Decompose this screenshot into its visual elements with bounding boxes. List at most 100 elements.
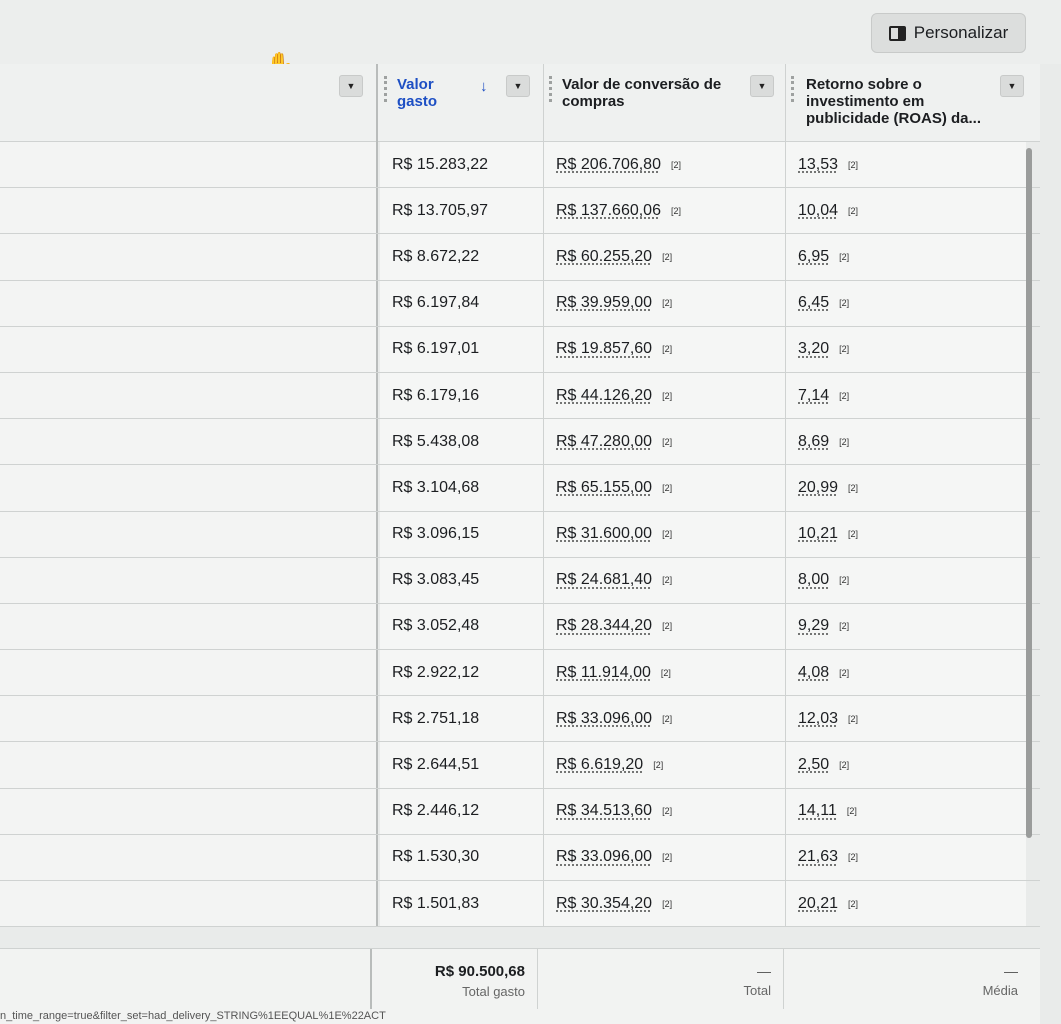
roas-footnote[interactable]: [2] [848,852,858,862]
header-conversion[interactable]: Valor de conversão de compras ▼ [544,64,786,142]
row-name-cell[interactable] [0,142,378,188]
roas-value-link[interactable]: 10,21 [798,525,838,543]
drag-handle-icon[interactable] [384,76,387,102]
conversion-value-link[interactable]: R$ 33.096,00 [556,710,652,728]
row-name-cell[interactable] [0,696,378,742]
roas-value-link[interactable]: 7,14 [798,387,829,405]
table-row[interactable]: R$ 2.446,12 R$ 34.513,60 [2] 14,11 [2] [0,788,1040,835]
conversion-value-link[interactable]: R$ 206.706,80 [556,156,661,174]
roas-footnote[interactable]: [2] [839,298,849,308]
drag-handle-icon[interactable] [791,76,794,102]
row-name-cell[interactable] [0,465,378,511]
roas-footnote[interactable]: [2] [848,714,858,724]
row-name-cell[interactable] [0,788,378,834]
roas-value-link[interactable]: 10,04 [798,202,838,220]
roas-column-dropdown-button[interactable]: ▼ [1000,75,1024,97]
roas-value-link[interactable]: 6,95 [798,248,829,266]
conversion-footnote[interactable]: [2] [662,529,672,539]
conversion-value-link[interactable]: R$ 30.354,20 [556,895,652,913]
conversion-value-link[interactable]: R$ 44.126,20 [556,387,652,405]
row-name-cell[interactable] [0,188,378,234]
roas-footnote[interactable]: [2] [839,391,849,401]
roas-footnote[interactable]: [2] [847,806,857,816]
conversion-footnote[interactable]: [2] [662,252,672,262]
row-name-cell[interactable] [0,280,378,326]
roas-value-link[interactable]: 9,29 [798,617,829,635]
table-row[interactable]: R$ 2.751,18 R$ 33.096,00 [2] 12,03 [2] [0,696,1040,743]
table-row[interactable]: R$ 3.052,48 R$ 28.344,20 [2] 9,29 [2] [0,603,1040,651]
table-row[interactable]: R$ 1.530,30 R$ 33.096,00 [2] 21,63 [2] [0,834,1040,881]
row-name-cell[interactable] [0,511,378,557]
row-name-cell[interactable] [0,234,378,280]
table-row[interactable]: R$ 3.104,68 R$ 65.155,00 [2] 20,99 [2] [0,465,1040,512]
conversion-value-link[interactable]: R$ 19.857,60 [556,340,652,358]
conversion-footnote[interactable]: [2] [662,621,672,631]
row-name-cell[interactable] [0,742,378,788]
roas-footnote[interactable]: [2] [839,621,849,631]
table-row[interactable]: R$ 6.197,84 R$ 39.959,00 [2] 6,45 [2] [0,280,1040,327]
row-name-cell[interactable] [0,419,378,465]
roas-footnote[interactable]: [2] [848,206,858,216]
conversion-footnote[interactable]: [2] [662,298,672,308]
conversion-value-link[interactable]: R$ 11.914,00 [556,664,651,682]
roas-footnote[interactable]: [2] [839,252,849,262]
conversion-value-link[interactable]: R$ 39.959,00 [556,294,652,312]
roas-value-link[interactable]: 13,53 [798,156,838,174]
conversion-footnote[interactable]: [2] [662,899,672,909]
table-row[interactable]: R$ 1.501,83 R$ 30.354,20 [2] 20,21 [2] [0,881,1040,928]
roas-footnote[interactable]: [2] [839,760,849,770]
conversion-value-link[interactable]: R$ 31.600,00 [556,525,652,543]
roas-footnote[interactable]: [2] [839,437,849,447]
sort-descending-icon[interactable]: ↓ [480,78,488,95]
row-name-cell[interactable] [0,881,378,927]
personalize-button[interactable]: Personalizar [871,13,1026,53]
roas-value-link[interactable]: 20,21 [798,895,838,913]
row-name-cell[interactable] [0,603,378,650]
table-row[interactable]: R$ 6.179,16 R$ 44.126,20 [2] 7,14 [2] [0,372,1040,420]
conversion-footnote[interactable]: [2] [662,483,672,493]
table-row[interactable]: R$ 2.922,12 R$ 11.914,00 [2] 4,08 [2] [0,650,1040,697]
roas-value-link[interactable]: 20,99 [798,479,838,497]
roas-footnote[interactable]: [2] [839,344,849,354]
conversion-value-link[interactable]: R$ 34.513,60 [556,802,652,820]
roas-value-link[interactable]: 21,63 [798,848,838,866]
conversion-value-link[interactable]: R$ 137.660,06 [556,202,661,220]
roas-value-link[interactable]: 4,08 [798,664,829,682]
vertical-scrollbar[interactable] [1026,148,1032,838]
row-name-cell[interactable] [0,326,378,372]
row-name-cell[interactable] [0,372,378,419]
conversion-value-link[interactable]: R$ 6.619,20 [556,756,643,774]
conversion-value-link[interactable]: R$ 24.681,40 [556,571,652,589]
conversion-footnote[interactable]: [2] [662,344,672,354]
conversion-value-link[interactable]: R$ 47.280,00 [556,433,652,451]
spend-column-dropdown-button[interactable]: ▼ [506,75,530,97]
conversion-value-link[interactable]: R$ 28.344,20 [556,617,652,635]
name-column-dropdown-button[interactable]: ▼ [339,75,363,97]
table-row[interactable]: R$ 5.438,08 R$ 47.280,00 [2] 8,69 [2] [0,419,1040,466]
roas-value-link[interactable]: 3,20 [798,340,829,358]
table-row[interactable]: R$ 3.096,15 R$ 31.600,00 [2] 10,21 [2] [0,511,1040,558]
conversion-footnote[interactable]: [2] [653,760,663,770]
roas-value-link[interactable]: 8,00 [798,571,829,589]
conversion-value-link[interactable]: R$ 65.155,00 [556,479,652,497]
header-roas[interactable]: Retorno sobre o investimento em publicid… [786,64,1036,142]
roas-footnote[interactable]: [2] [848,899,858,909]
table-row[interactable]: R$ 8.672,22 R$ 60.255,20 [2] 6,95 [2] [0,234,1040,281]
drag-handle-icon[interactable] [549,76,552,102]
roas-footnote[interactable]: [2] [839,575,849,585]
conversion-value-link[interactable]: R$ 60.255,20 [556,248,652,266]
roas-footnote[interactable]: [2] [839,668,849,678]
row-name-cell[interactable] [0,834,378,880]
row-name-cell[interactable] [0,557,378,603]
roas-value-link[interactable]: 6,45 [798,294,829,312]
row-name-cell[interactable] [0,650,378,696]
conversion-footnote[interactable]: [2] [662,391,672,401]
roas-value-link[interactable]: 12,03 [798,710,838,728]
roas-value-link[interactable]: 14,11 [798,802,837,820]
roas-footnote[interactable]: [2] [848,529,858,539]
conversion-column-dropdown-button[interactable]: ▼ [750,75,774,97]
roas-value-link[interactable]: 2,50 [798,756,829,774]
conversion-value-link[interactable]: R$ 33.096,00 [556,848,652,866]
conversion-footnote[interactable]: [2] [662,714,672,724]
conversion-footnote[interactable]: [2] [662,806,672,816]
